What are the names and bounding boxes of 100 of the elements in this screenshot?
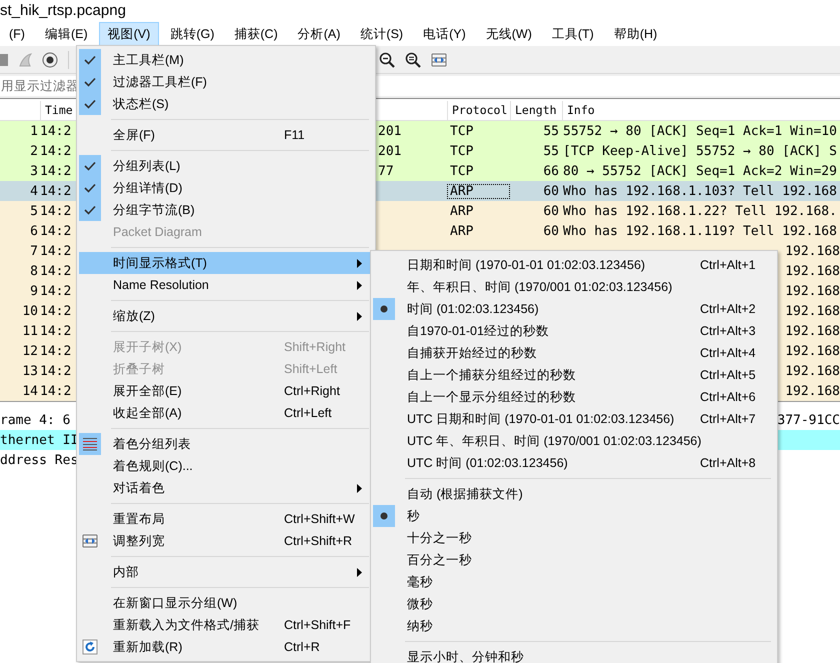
table-cell-text: 14:2 <box>40 204 72 218</box>
table-cell-text: [TCP Keep-Alive] 55752 → 80 [ACK] S <box>562 144 838 158</box>
menu-entry[interactable]: 自动 (根据捕获文件) <box>373 483 775 505</box>
table-cell-text: 14:2 <box>40 144 72 158</box>
menu-entry[interactable]: 秒 <box>373 505 775 527</box>
shortcut-label: Ctrl+Alt+1 <box>699 258 757 272</box>
table-cell: 192.168 <box>785 384 840 398</box>
shortcut-label: Shift+Left <box>283 362 338 376</box>
menu-entry[interactable]: 在新窗口显示分组(W) <box>79 592 373 614</box>
menu-entry[interactable]: 自捕获开始经过的秒数 Ctrl+Alt+4 <box>373 342 775 364</box>
menu-entry[interactable]: 状态栏(S) <box>79 93 373 115</box>
table-cell-text: Who has 192.168.1.22? Tell 192.168. <box>562 204 838 218</box>
menu-entry[interactable]: 内部 <box>79 561 373 583</box>
menu-entry[interactable]: 时间显示格式(T) <box>79 252 373 274</box>
menu-entry[interactable]: 显示小时、分钟和秒 <box>373 646 775 663</box>
table-cell-text: 80 → 55752 [ACK] Seq=1 Ack=2 Win=29 <box>562 164 838 178</box>
menu-item[interactable]: 统计(S) <box>351 22 412 46</box>
submenu-arrow-icon <box>357 280 362 290</box>
shortcut-label: F11 <box>283 128 306 142</box>
table-cell-text: 3 <box>29 164 39 178</box>
reload-icon <box>82 639 98 655</box>
menu-entry[interactable]: 重新加载(R) Ctrl+R <box>79 636 373 658</box>
menu-entry[interactable]: 重置布局 Ctrl+Shift+W <box>79 508 373 530</box>
stop-icon[interactable] <box>0 52 8 68</box>
menu-item[interactable]: 分析(A) <box>288 22 350 46</box>
table-cell-text: 14:2 <box>40 324 72 338</box>
menu-item[interactable]: 无线(W) <box>476 22 541 46</box>
menu-entry[interactable]: 对话着色 <box>79 477 373 499</box>
menu-item[interactable]: 电话(Y) <box>414 22 475 46</box>
menu-entry[interactable]: 百分之一秒 <box>373 549 775 571</box>
shortcut-label: Ctrl+R <box>283 640 321 654</box>
table-cell-text: 60 <box>542 184 560 198</box>
menu-entry[interactable]: 重新载入为文件格式/捕获 Ctrl+Shift+F <box>79 614 373 636</box>
menu-item[interactable]: 视图(V) <box>98 22 160 46</box>
menu-entry[interactable]: 自1970-01-01经过的秒数 Ctrl+Alt+3 <box>373 320 775 342</box>
menu-entry[interactable]: 时间 (01:02:03.123456) Ctrl+Alt+2 <box>373 298 775 320</box>
resize-columns-icon[interactable] <box>431 52 447 68</box>
menu-item[interactable]: 编辑(E) <box>36 22 97 46</box>
menu-entry[interactable]: 毫秒 <box>373 571 775 593</box>
table-cell-text: 14:2 <box>40 384 72 398</box>
shortcut-label: Ctrl+Alt+5 <box>699 368 757 382</box>
menu-item[interactable]: 捕获(C) <box>225 22 287 46</box>
menu-entry[interactable]: 自上一个捕获分组经过的秒数 Ctrl+Alt+5 <box>373 364 775 386</box>
shortcut-label: Ctrl+Alt+2 <box>699 302 757 316</box>
options-icon[interactable] <box>42 52 58 68</box>
window-title: st_hik_rtsp.pcapng <box>0 2 126 19</box>
table-cell-text: 14:2 <box>40 264 72 278</box>
table-cell-text: 13 <box>21 364 39 378</box>
menu-entry[interactable]: 自上一个显示分组经过的秒数 Ctrl+Alt+6 <box>373 386 775 408</box>
shortcut-label: Ctrl+Alt+4 <box>699 346 757 360</box>
menu-entry[interactable]: 收起全部(A) Ctrl+Left <box>79 402 373 424</box>
menu-entry[interactable]: 分组字节流(B) <box>79 199 373 221</box>
table-cell-text: 66 <box>542 164 560 178</box>
submenu-arrow-icon <box>357 484 362 492</box>
menu-item[interactable]: 工具(T) <box>542 22 603 46</box>
table-cell-text: 5 <box>29 204 39 218</box>
zoom-out-icon[interactable] <box>379 52 395 68</box>
table-cell-text: 14:2 <box>40 164 72 178</box>
table-cell: 192.168 <box>785 364 840 378</box>
table-cell: ARP <box>447 184 510 198</box>
menu-item[interactable]: 帮助(H) <box>604 22 666 46</box>
table-cell-text: 6 <box>29 224 39 238</box>
table-cell-text: 14:2 <box>40 244 72 258</box>
shortcut-label: Ctrl+Shift+W <box>283 512 356 526</box>
table-cell: 192.168 <box>785 244 840 258</box>
menu-entry[interactable]: 纳秒 <box>373 615 775 637</box>
column-header[interactable]: Length <box>510 101 562 120</box>
menu-item[interactable]: 跳转(G) <box>161 22 224 46</box>
menu-entry[interactable]: 调整列宽 Ctrl+Shift+R <box>79 530 373 552</box>
shortcut-label: Ctrl+Shift+R <box>283 534 354 548</box>
menu-entry[interactable]: Name Resolution <box>79 274 373 296</box>
column-header[interactable]: Protocol <box>447 101 510 120</box>
menu-entry[interactable]: 着色规则(C)... <box>79 455 373 477</box>
table-cell-text: 12 <box>21 344 39 358</box>
table-cell-text: 14 <box>21 384 39 398</box>
menu-entry[interactable]: UTC 年、年积日、时间 (1970/001 01:02:03.123456) <box>373 430 775 452</box>
menu-entry[interactable]: 日期和时间 (1970-01-01 01:02:03.123456) Ctrl+Alt+1 <box>373 254 775 276</box>
menu-entry[interactable]: 年、年积日、时间 (1970/001 01:02:03.123456) <box>373 276 775 298</box>
table-cell-text: 14:2 <box>40 344 72 358</box>
table-cell-text: ARP <box>449 204 474 218</box>
menu-entry[interactable]: UTC 时间 (01:02:03.123456) Ctrl+Alt+8 <box>373 452 775 474</box>
menu-entry[interactable]: 微秒 <box>373 593 775 615</box>
table-cell-text: 9 <box>29 284 39 298</box>
table-cell-text: 55 <box>542 124 560 138</box>
menu-entry[interactable]: 缩放(Z) <box>79 305 373 327</box>
menu-item[interactable]: (F) <box>0 22 34 46</box>
column-header[interactable]: Info <box>562 101 840 120</box>
shortcut-label: Ctrl+Shift+F <box>283 618 352 632</box>
reset-zoom-icon[interactable] <box>405 52 421 68</box>
table-cell-text: 55 <box>542 144 560 158</box>
menu-entry[interactable]: 展开全部(E) Ctrl+Right <box>79 380 373 402</box>
menu-entry[interactable]: UTC 日期和时间 (1970-01-01 01:02:03.123456) Ctrl+Alt+7 <box>373 408 775 430</box>
menu-entry[interactable]: 着色分组列表 <box>79 433 373 455</box>
table-cell-text: 14:2 <box>40 304 72 318</box>
shortcut-label: Ctrl+Alt+3 <box>699 324 757 338</box>
table-cell: 192.168 <box>785 344 840 358</box>
table-cell-text: 60 <box>542 224 560 238</box>
menu-entry[interactable]: 十分之一秒 <box>373 527 775 549</box>
table-cell-text: 4 <box>29 184 39 198</box>
shortcut-label: Ctrl+Left <box>283 406 333 420</box>
